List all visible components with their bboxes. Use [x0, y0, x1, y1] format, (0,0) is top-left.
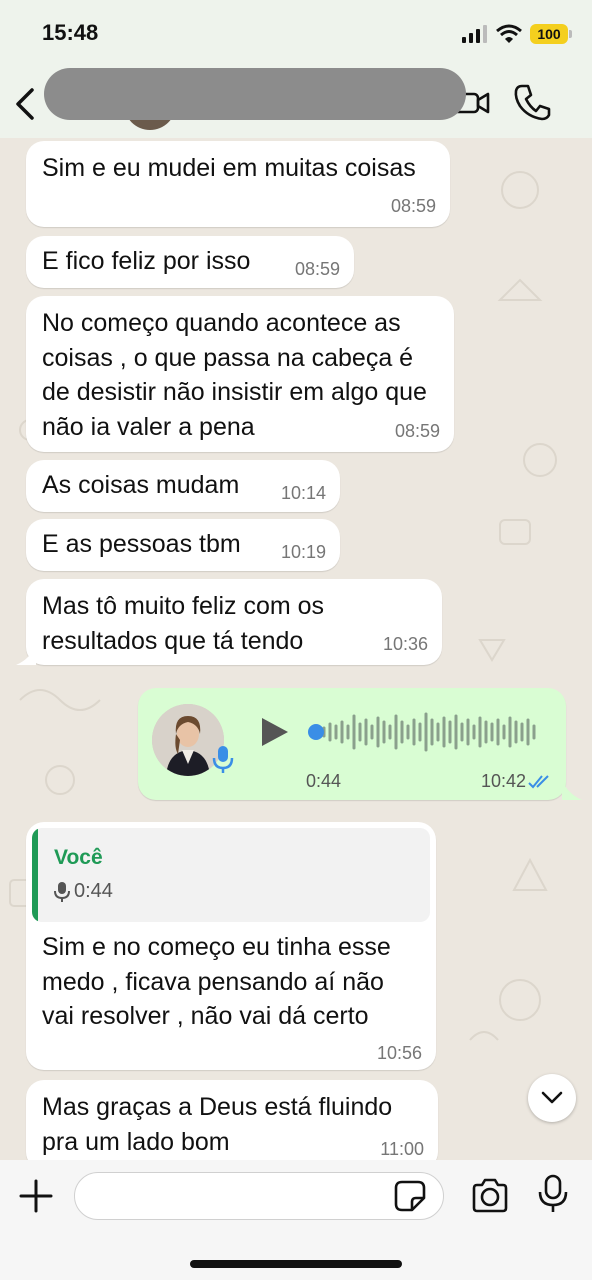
status-icons: 100 [462, 22, 572, 46]
status-time: 15:48 [42, 20, 99, 45]
battery-indicator: 100 [530, 24, 572, 44]
message-bubble[interactable]: No começo quando acontece as coisas , o … [26, 296, 454, 452]
message-text: Sim e no começo eu tinha esse medo , fic… [42, 933, 391, 1030]
message-time: 08:59 [394, 421, 440, 441]
message-text: No começo quando acontece as coisas , o … [42, 309, 427, 441]
message-bubble[interactable]: E as pessoas tbm 10:19 [26, 519, 340, 571]
chevron-down-icon [541, 1091, 563, 1104]
mic-icon [212, 746, 234, 773]
quote-accent-bar [32, 828, 38, 922]
sticker-icon[interactable] [394, 1180, 426, 1212]
quote-content: 0:44 [54, 880, 113, 903]
message-bubble[interactable]: Sim e eu mudei em muitas coisas 08:59 [26, 141, 450, 227]
mic-icon[interactable] [538, 1174, 568, 1214]
waveform[interactable] [308, 710, 548, 754]
wifi-icon [496, 24, 522, 43]
message-text: E fico feliz por isso [42, 247, 251, 275]
message-bubble[interactable]: E fico feliz por isso 08:59 [26, 236, 354, 288]
message-input[interactable] [74, 1172, 444, 1220]
signal-icon [462, 25, 487, 43]
quoted-message[interactable]: Você 0:44 [32, 828, 430, 922]
message-bubble[interactable]: As coisas mudam 10:14 [26, 460, 340, 512]
voice-duration: 0:44 [306, 771, 342, 791]
message-time: 08:59 [294, 259, 340, 279]
message-time: 10:36 [382, 634, 428, 654]
scroll-to-bottom-button[interactable] [528, 1074, 576, 1122]
message-time: 10:14 [280, 483, 326, 503]
message-time: 10:56 [376, 1043, 422, 1063]
plus-icon[interactable] [18, 1178, 54, 1214]
camera-icon[interactable] [470, 1178, 510, 1214]
message-text: E as pessoas tbm [42, 530, 241, 558]
quote-text: 0:44 [74, 880, 113, 902]
double-check-icon [528, 775, 549, 789]
play-icon[interactable] [258, 716, 290, 748]
message-text: Sim e eu mudei em muitas coisas [42, 154, 416, 182]
message-time: 11:00 [380, 1139, 424, 1159]
message-text: Mas tô muito feliz com os resultados que… [42, 592, 325, 655]
contact-name-redacted[interactable] [44, 68, 466, 120]
mic-icon [54, 881, 70, 902]
message-time: 08:59 [390, 196, 436, 216]
message-bubble[interactable]: Mas tô muito feliz com os resultados que… [26, 579, 442, 665]
back-icon[interactable] [10, 84, 40, 124]
reply-message-bubble[interactable]: Você 0:44 Sim e no começo eu tinha esse … [26, 822, 436, 1070]
message-bubble[interactable]: Mas graças a Deus está fluindo pra um la… [26, 1080, 438, 1170]
quote-author: Você [54, 846, 103, 869]
message-time: 10:19 [280, 542, 326, 562]
home-indicator [190, 1260, 402, 1268]
phone-icon[interactable] [512, 82, 552, 122]
message-text: Mas graças a Deus está fluindo pra um la… [42, 1093, 393, 1156]
chat-header: 15:48 100 [0, 0, 592, 138]
playback-position-handle [308, 724, 324, 740]
message-text: As coisas mudam [42, 471, 240, 499]
message-time: 10:42 [480, 771, 526, 791]
bubble-tail [562, 780, 582, 800]
message-input-bar [0, 1160, 592, 1280]
voice-message-bubble[interactable]: 0:44 10:42 [138, 688, 566, 800]
bubble-tail [16, 645, 36, 665]
